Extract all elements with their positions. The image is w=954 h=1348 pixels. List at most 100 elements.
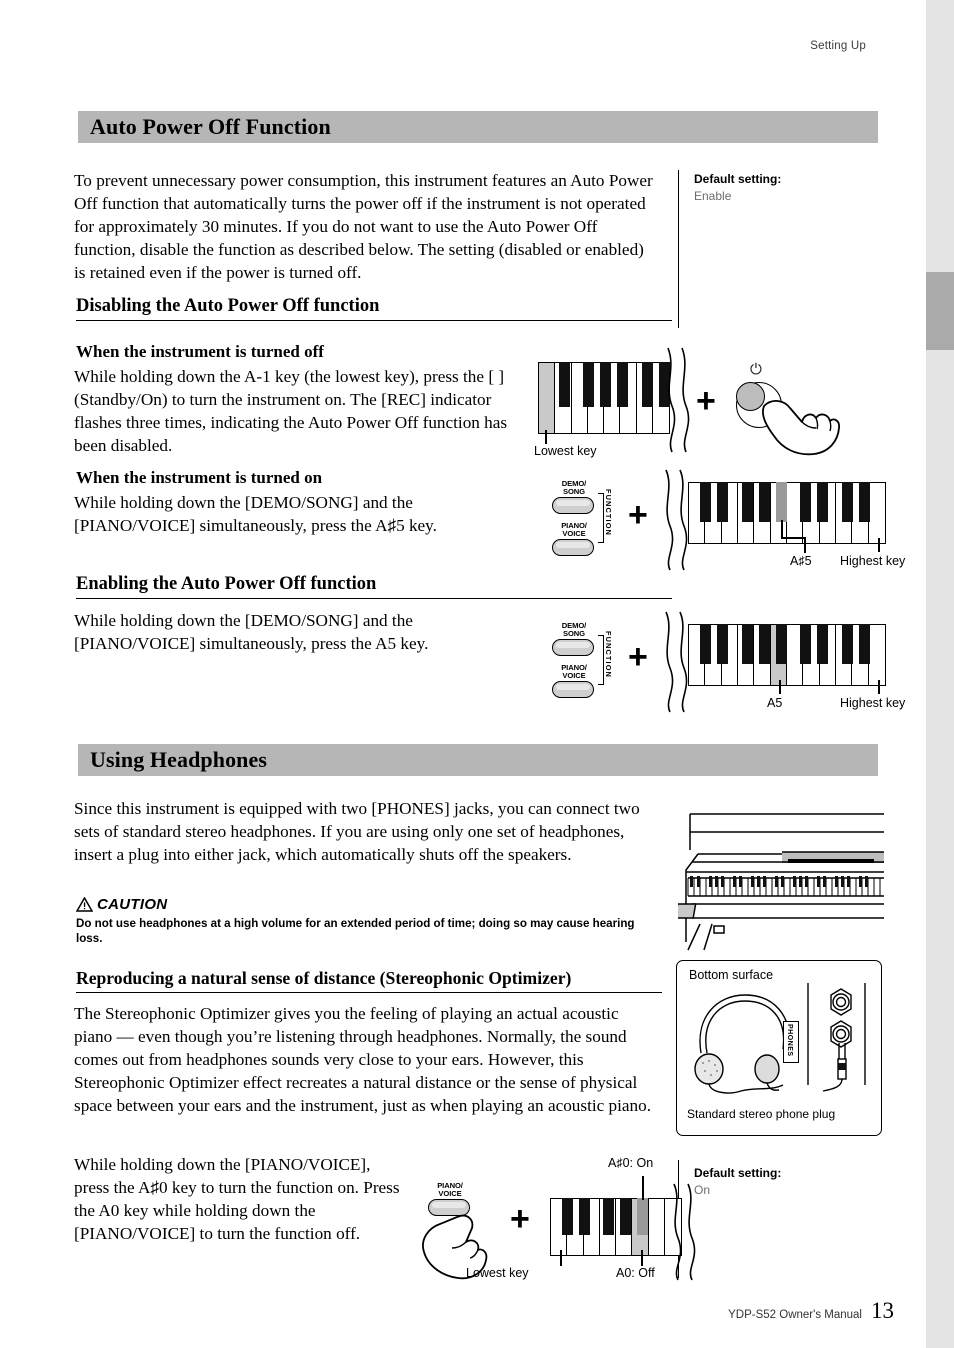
key-black [617,362,628,407]
intro-paragraph-headphones: Since this instrument is equipped with t… [74,799,640,864]
key-black [620,1198,631,1235]
key-black [600,362,611,407]
sidebar-divider-1 [678,170,679,328]
key-black [717,624,728,664]
phones-label-box: PHONES [783,1021,799,1063]
key-black-highlighted-asharp5 [776,482,787,522]
standby-on-icon: ⏻ [750,360,762,378]
piano-voice-button[interactable] [552,680,594,698]
key-black [559,362,570,407]
demo-song-button-caption: DEMO/SONG [561,479,587,496]
headphone-jack-figure: Bottom surface Standard stereo phone plu… [676,960,882,1136]
heading-underline [76,320,672,321]
default-setting-value: On [694,1183,711,1197]
key-black [579,1198,590,1235]
piano-illustration [678,800,886,952]
power-button-figure: ⏻ [736,360,866,456]
page-title: Auto Power Off Function [90,114,331,139]
panel-buttons-group: DEMO/SONG PIANO/VOICE FUNCTION [552,621,618,698]
default-setting-label: Default setting: [694,172,782,186]
section-title-bar-auto-power-off: Auto Power Off Function [78,111,878,143]
key-black [700,624,711,664]
demo-song-button[interactable] [552,638,594,656]
key-black [842,624,853,664]
jack-panel [807,983,866,1092]
key-black [759,624,770,664]
heading-disabling: Disabling the Auto Power Off function [76,296,672,321]
key-black [700,482,711,522]
label-a0-off: A0: Off [616,1266,655,1280]
leader-line [781,537,805,539]
heading-underline [76,992,662,993]
diagram-asharp5: DEMO/SONG PIANO/VOICE FUNCTION + A♯5 Hig… [552,469,905,572]
diagram-asharp0-a0: PIANO/VOICE + A♯0: On A0: Off Lowest key [412,1156,696,1288]
default-setting-value: Enable [694,189,732,203]
demo-song-button[interactable] [552,496,594,514]
label-lowest-key: Lowest key [466,1266,529,1280]
leader-line [878,680,880,694]
key-black [717,482,728,522]
caution-text: Do not use headphones at a high volume f… [76,917,635,946]
label-bottom-surface: Bottom surface [689,968,774,982]
phones-label: PHONES [786,1024,793,1057]
label-asharp5: A♯5 [790,554,812,568]
key-black [562,1198,573,1235]
heading-disabling-text: Disabling the Auto Power Off function [76,296,380,316]
key-black [742,624,753,664]
default-setting-note-optimizer: Default setting: On [694,1166,781,1197]
footer-manual-name: YDP-S52 Owner's Manual [728,1309,862,1321]
section-title-bar-using-headphones: Using Headphones [78,744,878,776]
heading-underline [76,598,672,599]
keyboard-break-squiggle [662,346,698,454]
plus-symbol: + [696,382,716,420]
leader-line [804,537,806,553]
section-title-headphones: Using Headphones [90,747,268,772]
piano-voice-button-caption: PIANO/VOICE [561,520,587,538]
label-asharp0-on: A♯0: On [608,1156,654,1170]
heading-enabling: Enabling the Auto Power Off function [76,574,672,599]
diagram-lowest-key-power: Lowest key + ⏻ [534,347,888,458]
default-setting-label: Default setting: [694,1166,782,1180]
manual-page: Setting Up Auto Power Off Function To pr… [0,0,954,1348]
text-optimizer-operation: While holding down the [PIANO/VOICE], pr… [74,1155,400,1243]
intro-paragraph-auto-power-off: To prevent unnecessary power consumption… [74,171,653,282]
plus-symbol: + [628,638,648,676]
pointing-hand-icon [762,400,840,456]
piano-voice-button[interactable] [552,538,594,556]
function-label: FUNCTION [604,489,613,536]
key-black [776,624,787,664]
heading-when-turned-off: When the instrument is turned off [76,342,324,361]
key-black [842,482,853,522]
function-label: FUNCTION [604,631,613,678]
leader-line [560,1250,562,1266]
keyboard-break-squiggle [668,1182,702,1282]
page-footer: YDP-S52 Owner's Manual 13 [728,1298,894,1324]
page-edge-strip [926,0,954,1348]
heading-when-turned-on: When the instrument is turned on [76,468,323,487]
key-black [859,624,870,664]
caution-label: CAUTION [97,896,168,913]
diagram-a5: DEMO/SONG PIANO/VOICE FUNCTION + A5 High… [552,611,905,714]
page-edge-tab [926,272,954,350]
leader-line [545,430,547,444]
key-black [859,482,870,522]
caution-block: CAUTION Do not use headphones at a high … [76,896,660,947]
text-when-turned-on: While holding down the [DEMO/SONG] and t… [74,493,437,535]
text-stereophonic-optimizer: The Stereophonic Optimizer gives you the… [74,1004,652,1115]
heading-stereophonic-optimizer: Reproducing a natural sense of distance … [76,968,662,993]
text-when-turned-off: While holding down the A-1 key (the lowe… [74,367,508,455]
label-highest-key: Highest key [840,554,906,568]
leader-line [779,680,781,694]
piano-voice-button-caption: PIANO/VOICE [561,662,587,680]
panel-buttons-group: DEMO/SONG PIANO/VOICE FUNCTION [552,479,618,556]
label-standard-stereo-phone-plug: Standard stereo phone plug [687,1107,836,1121]
leader-line [641,1250,643,1266]
leader-line [642,1176,644,1200]
leader-line [781,520,783,538]
key-black [817,624,828,664]
key-black [759,482,770,522]
demo-song-button-caption: DEMO/SONG [561,621,587,638]
plus-symbol: + [628,496,648,534]
key-black [642,362,653,407]
warning-triangle-icon [76,897,93,912]
